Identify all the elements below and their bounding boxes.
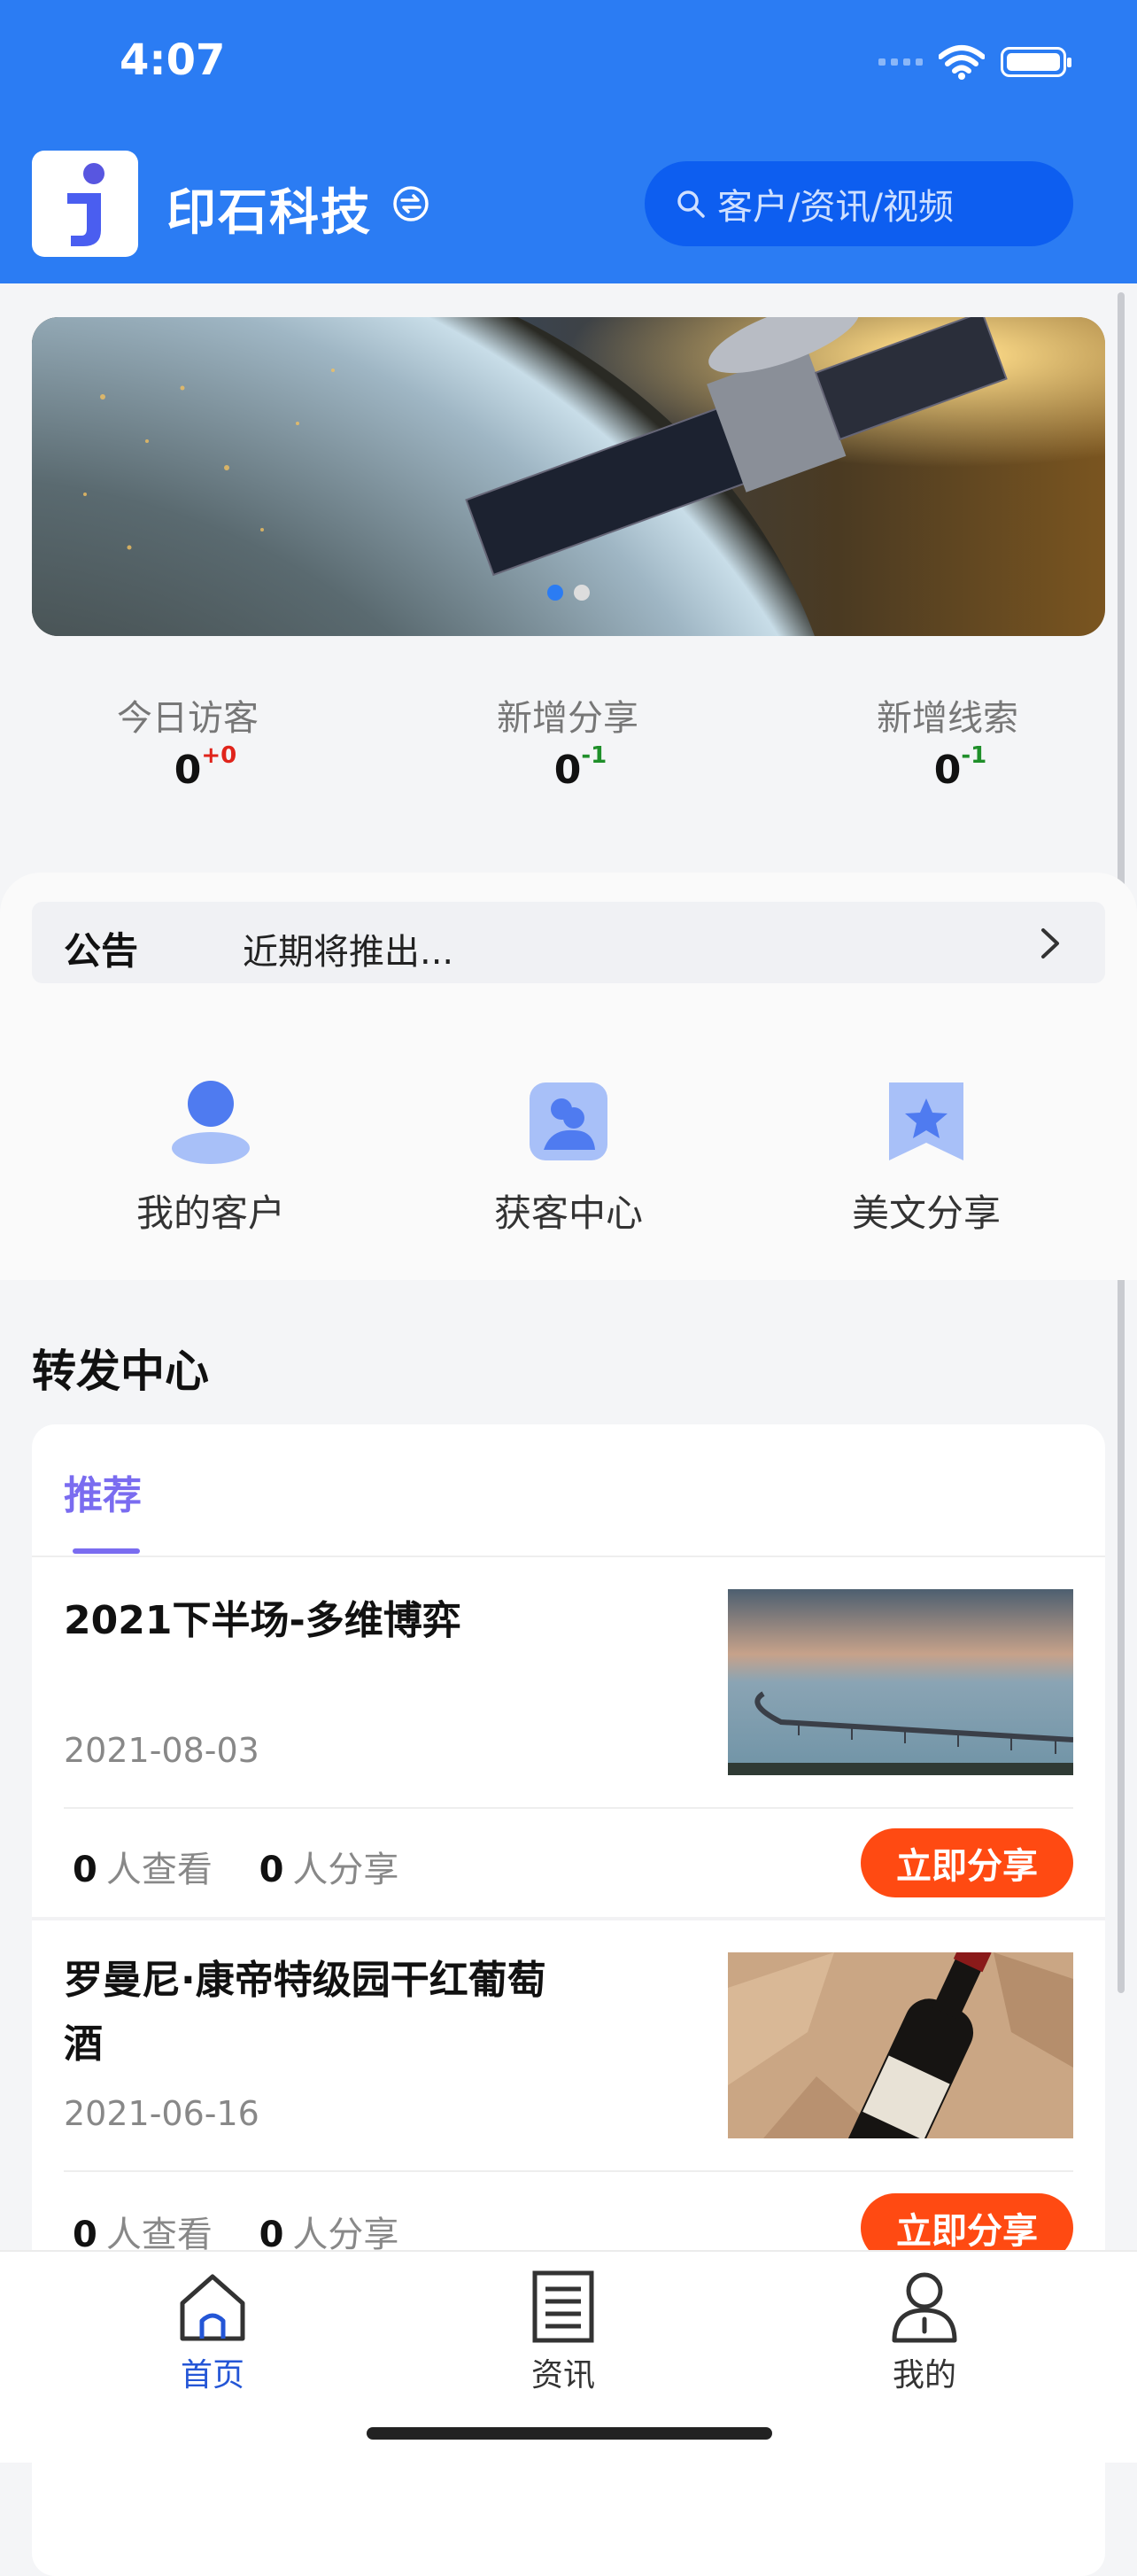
stat-delta: -1: [581, 742, 607, 769]
tab-indicator: [73, 1548, 140, 1554]
person-icon: [172, 1081, 250, 1164]
tab-label: 首页: [180, 2357, 244, 2394]
article-title[interactable]: 罗曼尼·康帝特级园干红葡萄酒: [64, 1949, 560, 2076]
article-date: 2021-08-03: [64, 1731, 259, 1770]
stat-new-shares[interactable]: 新增分享 0 -1: [435, 689, 700, 793]
stat-label: 今日访客: [117, 698, 259, 739]
share-now-button[interactable]: 立即分享: [861, 1828, 1073, 1897]
row-separator: [32, 1917, 1105, 1920]
tab-recommend[interactable]: 推荐: [64, 1463, 142, 1520]
chevron-right-icon[interactable]: [1027, 921, 1071, 966]
app-name: 印石科技: [166, 184, 372, 242]
tab-label: 我的: [892, 2357, 956, 2394]
switch-company-icon[interactable]: [391, 184, 430, 223]
section-title: 转发中心: [32, 1346, 209, 1397]
view-label: 人查看: [105, 1850, 213, 1890]
stat-label: 新增线索: [877, 698, 1018, 739]
article-thumbnail[interactable]: [728, 1939, 1073, 2190]
stat-value: 0: [553, 748, 582, 793]
notice-bar[interactable]: [32, 902, 1105, 983]
stat-today-visitors[interactable]: 今日访客 0 +0: [55, 689, 321, 793]
divider: [64, 1807, 1073, 1809]
search-input[interactable]: 客户/资讯/视频: [645, 161, 1073, 246]
notice-text: 近期将推出...: [243, 932, 454, 973]
stat-new-leads[interactable]: 新增线索 0 -1: [815, 689, 1080, 793]
stat-delta: -1: [961, 742, 987, 769]
stat-delta: +0: [201, 742, 237, 769]
share-count: 0: [259, 1850, 284, 1890]
home-indicator[interactable]: [367, 2427, 772, 2440]
divider: [64, 2170, 1073, 2172]
divider: [32, 1556, 1105, 1557]
app-logo: [32, 151, 138, 257]
quick-action-label: 美文分享: [851, 1191, 1001, 1235]
star-bookmark-icon: [889, 1082, 963, 1160]
stat-value: 0: [174, 748, 202, 793]
tab-label: 资讯: [530, 2357, 595, 2394]
page-dot-active: [547, 585, 563, 601]
search-icon: [677, 190, 705, 218]
article-date: 2021-06-16: [64, 2094, 259, 2133]
contacts-icon: [530, 1082, 607, 1160]
article-title[interactable]: 2021下半场-多维博弈: [64, 1589, 560, 1653]
notice-title: 公告: [64, 929, 139, 973]
wifi-icon: [939, 45, 985, 80]
quick-action-label: 获客中心: [493, 1191, 643, 1235]
stat-value: 0: [933, 748, 962, 793]
home-icon: [180, 2274, 245, 2341]
tab-news[interactable]: 资讯: [475, 2270, 652, 2395]
quick-action-label: 我的客户: [135, 1191, 285, 1235]
article-thumbnail[interactable]: [728, 1589, 1074, 1775]
signal-icon: [878, 58, 923, 66]
quick-action-article-share[interactable]: 美文分享: [811, 1079, 1041, 1238]
stat-label: 新增分享: [497, 698, 638, 739]
document-icon: [532, 2270, 594, 2343]
share-label: 人分享: [292, 1850, 399, 1890]
status-icons: [878, 44, 1071, 80]
battery-icon: [1001, 47, 1071, 77]
page-dot: [574, 585, 590, 601]
status-time: 4:07: [120, 35, 226, 85]
banner-pagination: [547, 585, 590, 601]
profile-icon: [892, 2272, 957, 2343]
quick-action-acquisition-center[interactable]: 获客中心: [453, 1079, 684, 1238]
article-stats: 0 人查看 0 人分享: [73, 1841, 398, 1892]
quick-action-my-customers[interactable]: 我的客户: [96, 1079, 326, 1238]
search-placeholder: 客户/资讯/视频: [717, 187, 954, 228]
tab-home[interactable]: 首页: [124, 2270, 301, 2395]
tab-mine[interactable]: 我的: [836, 2270, 1013, 2395]
view-count: 0: [73, 1850, 97, 1890]
